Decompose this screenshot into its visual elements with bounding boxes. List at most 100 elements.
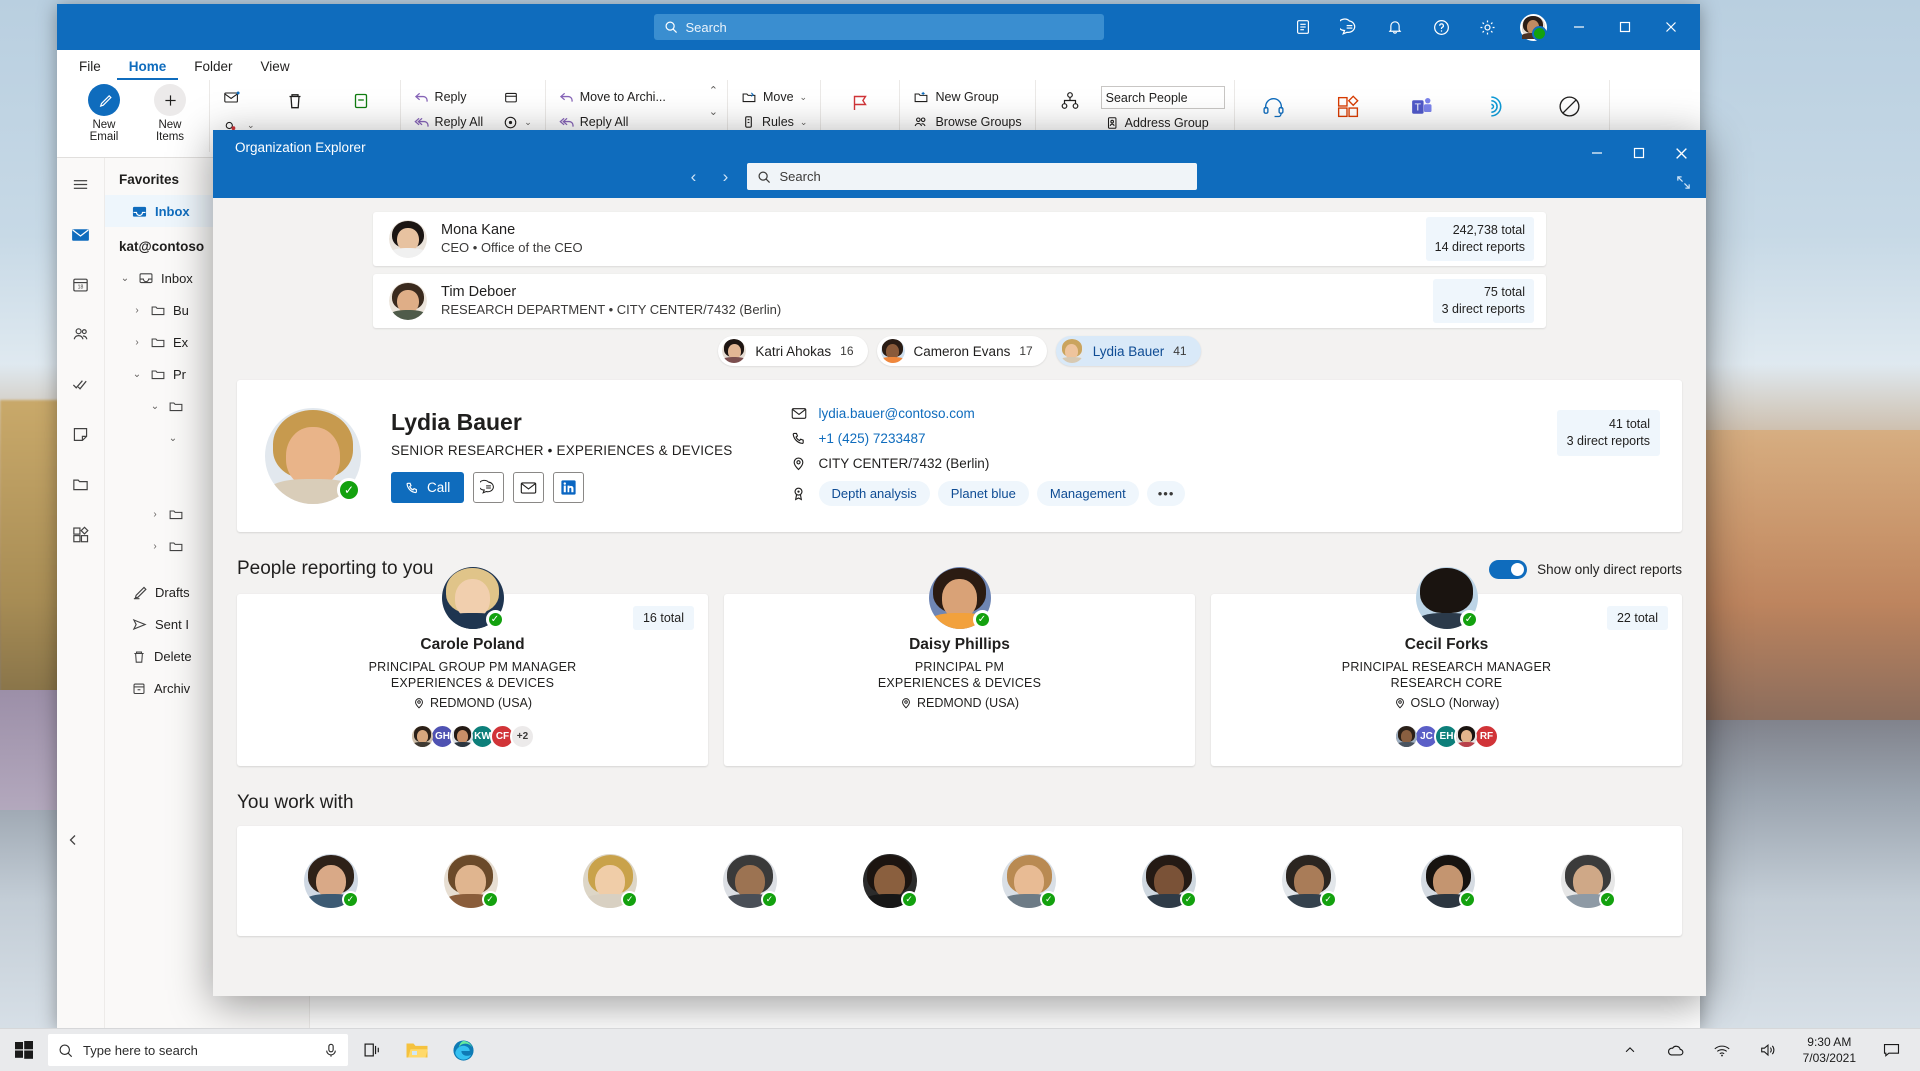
close-icon[interactable] xyxy=(1648,4,1694,50)
facepile-initials[interactable]: RF xyxy=(1474,724,1499,749)
chevron-right-icon[interactable]: › xyxy=(131,337,143,348)
help-icon[interactable] xyxy=(1418,4,1464,50)
call-button[interactable]: Call xyxy=(391,472,464,503)
archive-box-icon[interactable] xyxy=(499,86,536,108)
work-with-avatar[interactable]: ✓ xyxy=(1282,854,1336,908)
edge-icon[interactable] xyxy=(440,1029,486,1071)
breadcrumb-pill-lydia-bauer[interactable]: Lydia Bauer 41 xyxy=(1056,336,1201,366)
work-with-avatar[interactable]: ✓ xyxy=(723,854,777,908)
avatar[interactable] xyxy=(1510,4,1556,50)
profile-email-row[interactable]: lydia.bauer@contoso.com xyxy=(791,406,1186,421)
close-icon[interactable] xyxy=(1660,133,1702,173)
ancestor-row-manager[interactable]: Tim Deboer RESEARCH DEPARTMENT • CITY CE… xyxy=(373,274,1546,328)
skill-tag[interactable]: Planet blue xyxy=(938,481,1029,506)
report-card-cecil-forks[interactable]: ✓ 22 total Cecil Forks PRINCIPAL RESEARC… xyxy=(1211,594,1682,766)
wifi-icon[interactable] xyxy=(1699,1029,1745,1071)
onedrive-icon[interactable] xyxy=(1653,1029,1699,1071)
chevron-up-icon[interactable] xyxy=(1607,1029,1653,1071)
breadcrumb-pill-katri-ahokas[interactable]: Katri Ahokas 16 xyxy=(718,336,867,366)
sidebar-item-notes[interactable] xyxy=(65,418,97,450)
task-view-icon[interactable] xyxy=(348,1029,394,1071)
work-with-avatar[interactable]: ✓ xyxy=(1561,854,1615,908)
org-chart-icon[interactable] xyxy=(1045,80,1095,114)
linkedin-icon[interactable] xyxy=(553,472,584,503)
chevron-right-icon[interactable]: › xyxy=(715,167,737,187)
file-explorer-icon[interactable] xyxy=(394,1029,440,1071)
sweep-button[interactable] xyxy=(331,80,391,112)
profile-phone[interactable]: +1 (425) 7233487 xyxy=(819,431,926,446)
expand-icon[interactable] xyxy=(1675,174,1692,191)
notes-icon[interactable] xyxy=(1280,4,1326,50)
tab-folder[interactable]: Folder xyxy=(182,56,244,80)
work-with-avatar[interactable]: ✓ xyxy=(304,854,358,908)
facepile-avatar[interactable] xyxy=(1454,724,1479,749)
minimize-icon[interactable] xyxy=(1556,4,1602,50)
chevron-down-icon[interactable]: ⌄ xyxy=(167,433,179,444)
facepile-avatar[interactable] xyxy=(410,724,435,749)
microphone-icon[interactable] xyxy=(324,1043,338,1058)
tab-file[interactable]: File xyxy=(67,56,113,80)
facepile-avatar[interactable] xyxy=(450,724,475,749)
search-people-input[interactable]: Search People xyxy=(1101,86,1225,109)
skill-tag[interactable]: Management xyxy=(1037,481,1139,506)
facepile-avatar[interactable] xyxy=(1394,724,1419,749)
org-search-input[interactable]: Search xyxy=(747,163,1197,190)
taskbar-search-input[interactable]: Type here to search xyxy=(48,1034,348,1066)
delete-button[interactable] xyxy=(265,80,325,112)
action-center-icon[interactable] xyxy=(1868,1029,1914,1071)
getapps-icon[interactable] xyxy=(1318,90,1378,119)
email-icon[interactable] xyxy=(513,472,544,503)
chat-icon[interactable] xyxy=(473,472,504,503)
work-with-avatar[interactable]: ✓ xyxy=(863,854,917,908)
sidebar-item-mail[interactable] xyxy=(65,218,97,250)
headset-icon[interactable] xyxy=(1244,90,1304,119)
chevron-right-icon[interactable]: › xyxy=(131,305,143,316)
sidebar-item-addins[interactable] xyxy=(65,518,97,550)
show-only-direct-reports-toggle[interactable] xyxy=(1489,560,1527,579)
profile-email[interactable]: lydia.bauer@contoso.com xyxy=(819,406,975,421)
work-with-avatar[interactable]: ✓ xyxy=(1421,854,1475,908)
chevron-down-icon[interactable]: ⌄ xyxy=(119,273,131,284)
maximize-icon[interactable] xyxy=(1618,133,1660,173)
ancestor-row-ceo[interactable]: Mona Kane CEO • Office of the CEO 242,73… xyxy=(373,212,1546,266)
report-icon[interactable] xyxy=(1540,90,1600,119)
maximize-icon[interactable] xyxy=(1602,4,1648,50)
volume-icon[interactable] xyxy=(1745,1029,1791,1071)
hamburger-icon[interactable] xyxy=(65,168,97,200)
chevron-down-icon[interactable]: ⌄ xyxy=(149,401,161,412)
work-with-avatar[interactable]: ✓ xyxy=(444,854,498,908)
outlook-search-box[interactable]: Search xyxy=(654,14,1104,40)
new-email-button[interactable]: New Email xyxy=(74,80,134,143)
sidebar-item-tasks[interactable] xyxy=(65,368,97,400)
gear-icon[interactable] xyxy=(1464,4,1510,50)
work-with-avatar[interactable]: ✓ xyxy=(583,854,637,908)
facepile-overflow[interactable]: +2 xyxy=(510,724,535,749)
flag-icon[interactable] xyxy=(830,80,890,114)
work-with-avatar[interactable]: ✓ xyxy=(1002,854,1056,908)
sidebar-item-people[interactable] xyxy=(65,318,97,350)
windows-logo-icon[interactable] xyxy=(0,1041,48,1059)
move-to-archive-button[interactable]: Move to Archi... xyxy=(555,86,703,108)
chat-icon[interactable] xyxy=(1326,4,1372,50)
minimize-icon[interactable] xyxy=(1576,133,1618,173)
work-with-avatar[interactable]: ✓ xyxy=(1142,854,1196,908)
chevron-up-icon[interactable]: ⌃ xyxy=(709,84,718,97)
sidebar-item-calendar[interactable]: 18 xyxy=(65,268,97,300)
tab-home[interactable]: Home xyxy=(117,56,179,80)
collapse-pane-icon[interactable] xyxy=(65,832,81,848)
insights-icon[interactable] xyxy=(1466,90,1526,119)
tab-view[interactable]: View xyxy=(249,56,302,80)
archive-mail-icon[interactable] xyxy=(219,86,259,108)
report-card-carole-poland[interactable]: ✓ 16 total Carole Poland PRINCIPAL GROUP… xyxy=(237,594,708,766)
teams-icon[interactable]: T xyxy=(1392,90,1452,119)
chevron-down-icon[interactable]: ⌄ xyxy=(131,369,143,380)
skill-tag[interactable]: Depth analysis xyxy=(819,481,930,506)
sidebar-item-folders[interactable] xyxy=(65,468,97,500)
skills-more-button[interactable]: ••• xyxy=(1147,481,1186,506)
taskbar-clock[interactable]: 9:30 AM 7/03/2021 xyxy=(1791,1034,1868,1066)
profile-phone-row[interactable]: +1 (425) 7233487 xyxy=(791,431,1186,446)
new-items-button[interactable]: New Items xyxy=(140,80,200,143)
breadcrumb-pill-cameron-evans[interactable]: Cameron Evans 17 xyxy=(877,336,1047,366)
new-group-button[interactable]: New Group xyxy=(909,86,1025,108)
bell-icon[interactable] xyxy=(1372,4,1418,50)
